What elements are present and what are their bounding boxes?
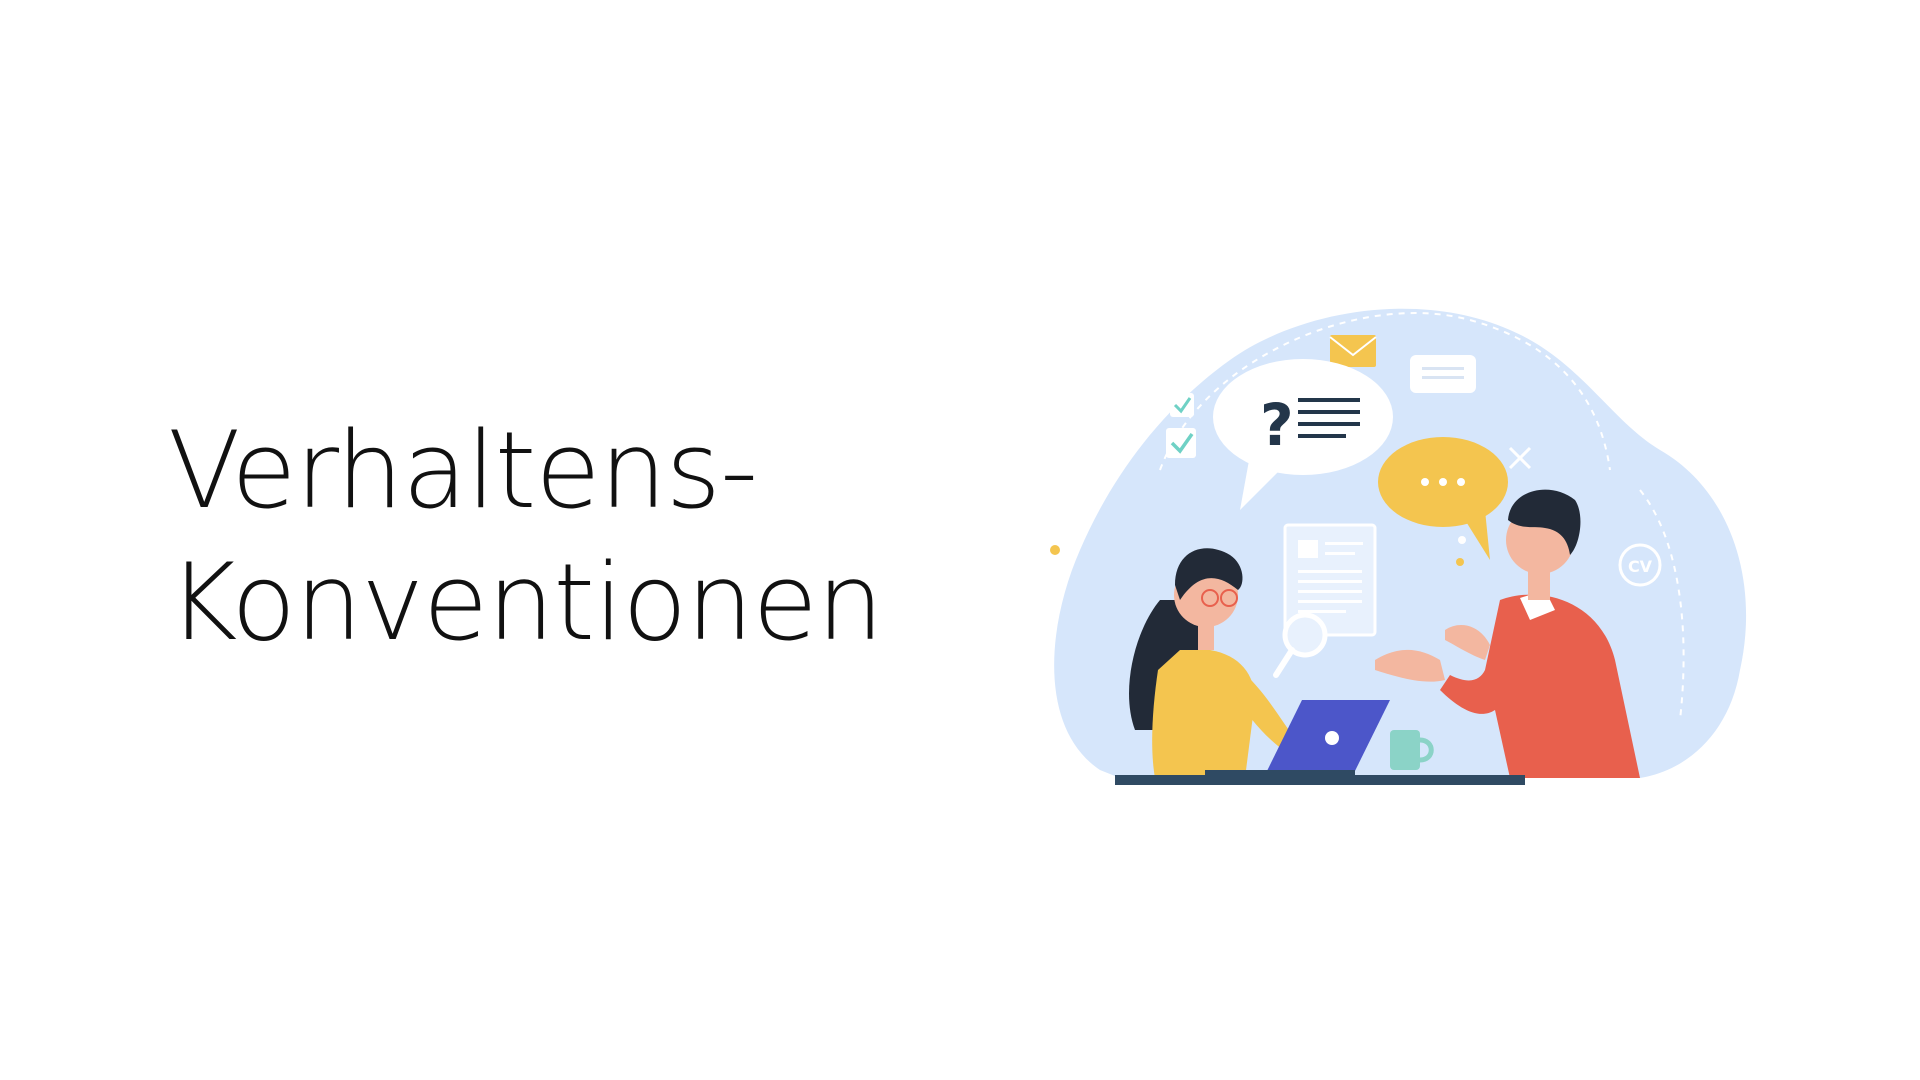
envelope-icon [1329, 335, 1377, 367]
slide: Verhaltens- Konventionen ? CV [0, 0, 1920, 1080]
title-line-2: Konventionen [168, 541, 884, 664]
desk [1115, 775, 1525, 785]
dot [1456, 558, 1464, 566]
dot [1050, 545, 1060, 555]
title-line-1: Verhaltens- [168, 409, 758, 532]
illustration-interview: ? CV [1050, 308, 1747, 785]
dot [1082, 527, 1088, 533]
message-card-icon [1410, 355, 1476, 393]
slide-title: Verhaltens- Konventionen [168, 405, 884, 669]
svg-text:CV: CV [1628, 557, 1653, 576]
dot [1458, 536, 1466, 544]
svg-text:?: ? [1260, 391, 1294, 459]
